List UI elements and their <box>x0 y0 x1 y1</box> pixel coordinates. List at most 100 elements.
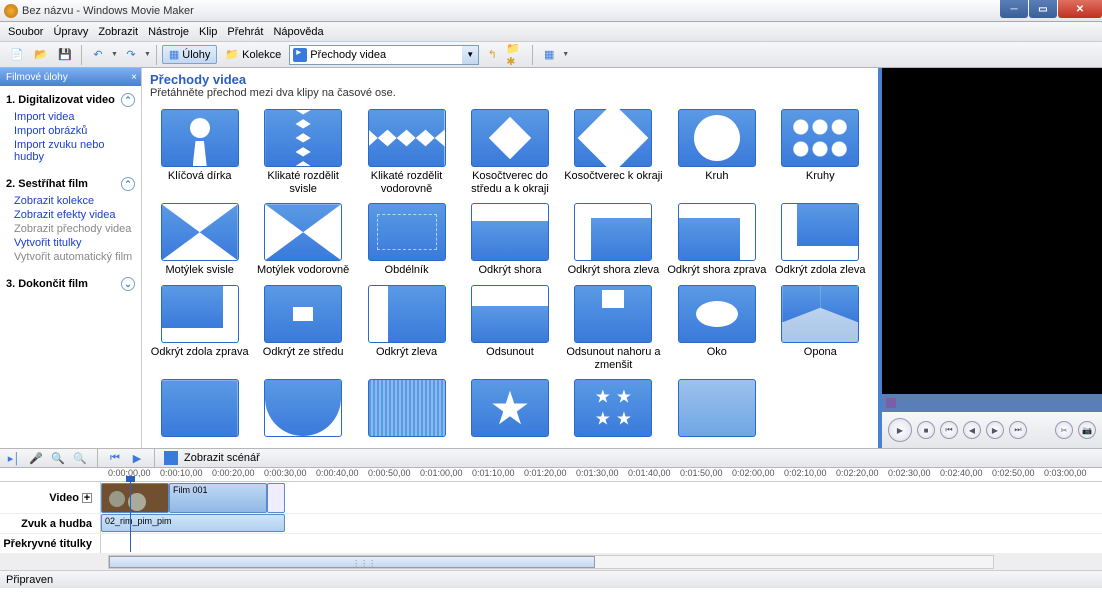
snapshot-button[interactable]: 📷 <box>1078 421 1096 439</box>
collections-button[interactable]: 📁 Kolekce <box>219 46 287 63</box>
transition-item[interactable]: Oko <box>667 285 766 371</box>
transition-item[interactable] <box>150 379 249 440</box>
rewind-button[interactable]: ⏮ <box>107 450 123 466</box>
clip-label: Film 001 <box>173 485 208 495</box>
up-button[interactable]: ↰ <box>481 44 503 66</box>
thumbnails-scroll[interactable]: Klíčová dírkaKlikaté rozdělit svisleKlik… <box>142 105 878 448</box>
transition-item[interactable]: Odkrýt shora zleva <box>564 203 663 277</box>
expand-video-icon[interactable]: + <box>82 493 92 503</box>
undo-button[interactable]: ↶ <box>87 44 109 66</box>
transition-thumbnail <box>678 109 756 167</box>
video-clip[interactable]: Film 001 <box>169 483 267 513</box>
combo-dropdown[interactable]: ▼ <box>462 46 478 64</box>
menu-přehrát[interactable]: Přehrát <box>227 26 263 38</box>
transition-item[interactable]: Odkrýt zleva <box>357 285 456 371</box>
transition-item[interactable]: Klíčová dírka <box>150 109 249 195</box>
split-button[interactable]: ✂ <box>1055 421 1073 439</box>
redo-dropdown[interactable]: ▼ <box>144 51 151 58</box>
task-section-header[interactable]: 3. Dokončit film⌄ <box>6 277 135 291</box>
task-section-header[interactable]: 1. Digitalizovat video ⌃ <box>6 93 135 107</box>
save-button[interactable]: 💾 <box>54 44 76 66</box>
timeline-hscroll[interactable]: ⋮⋮⋮ <box>0 554 1102 570</box>
video-clip-thumb[interactable] <box>267 483 285 513</box>
transition-item[interactable]: Klikaté rozdělit svisle <box>253 109 352 195</box>
location-combo[interactable]: Přechody videa ▼ <box>289 45 479 65</box>
close-button[interactable]: ✕ <box>1058 0 1102 18</box>
transition-item[interactable]: Odkrýt ze středu <box>253 285 352 371</box>
menu-klip[interactable]: Klip <box>199 26 217 38</box>
transition-item[interactable]: Odsunout nahoru a zmenšit <box>564 285 663 371</box>
video-track[interactable]: Film 001 <box>100 482 1102 513</box>
transition-item[interactable] <box>564 379 663 440</box>
zoom-out-button[interactable]: 🔍 <box>72 450 88 466</box>
narrate-button[interactable]: 🎤 <box>28 450 44 466</box>
play-timeline-button[interactable]: ▶ <box>129 450 145 466</box>
ruler-tick: 0:02:20,00 <box>836 468 879 478</box>
transition-item[interactable]: Odkrýt shora zprava <box>667 203 766 277</box>
menu-nástroje[interactable]: Nástroje <box>148 26 189 38</box>
section-title: 1. Digitalizovat video <box>6 94 115 106</box>
transition-item[interactable]: Klikaté rozdělit vodorovně <box>357 109 456 195</box>
task-link[interactable]: Zobrazit kolekce <box>6 194 135 208</box>
transition-item[interactable]: Odkrýt zdola zleva <box>771 203 870 277</box>
video-clip-thumb[interactable] <box>101 483 169 513</box>
transition-item[interactable]: Kruhy <box>771 109 870 195</box>
storyboard-button[interactable]: Zobrazit scénář <box>184 452 260 464</box>
prev-button[interactable]: ⏮ <box>940 421 958 439</box>
task-section-header[interactable]: 2. Sestříhat film⌃ <box>6 177 135 191</box>
play-button[interactable]: ▶ <box>888 418 912 442</box>
menu-soubor[interactable]: Soubor <box>8 26 43 38</box>
transition-item[interactable]: Kosočtverec k okraji <box>564 109 663 195</box>
set-start-button[interactable]: ▸│ <box>6 450 22 466</box>
transition-item[interactable]: Kosočtverec do středu a k okraji <box>460 109 559 195</box>
open-button[interactable]: 📂 <box>30 44 52 66</box>
stop-button[interactable]: ■ <box>917 421 935 439</box>
task-link[interactable]: Import videa <box>6 110 135 124</box>
menu-nápověda[interactable]: Nápověda <box>273 26 323 38</box>
tasks-button[interactable]: ▦ Úlohy <box>162 45 218 64</box>
transition-item[interactable]: Motýlek vodorovně <box>253 203 352 277</box>
menu-zobrazit[interactable]: Zobrazit <box>98 26 138 38</box>
zoom-in-button[interactable]: 🔍 <box>50 450 66 466</box>
menu-úpravy[interactable]: Úpravy <box>53 26 88 38</box>
audio-track[interactable]: 02_rim_pim_pim <box>100 514 1102 533</box>
minimize-button[interactable]: ─ <box>1000 0 1028 18</box>
chevron-icon[interactable]: ⌃ <box>121 177 135 191</box>
redo-button[interactable]: ↷ <box>120 44 142 66</box>
transition-label: Motýlek svisle <box>165 264 233 277</box>
new-folder-button[interactable]: 📁✱ <box>505 44 527 66</box>
titles-track[interactable] <box>100 534 1102 553</box>
step-fwd-button[interactable]: ▶ <box>986 421 1004 439</box>
transition-item[interactable]: Opona <box>771 285 870 371</box>
transition-item[interactable]: Kruh <box>667 109 766 195</box>
view-button[interactable]: ▦ <box>538 44 560 66</box>
chevron-icon[interactable]: ⌃ <box>121 93 135 107</box>
maximize-button[interactable]: ▭ <box>1029 0 1057 18</box>
chevron-icon[interactable]: ⌄ <box>121 277 135 291</box>
seek-handle-icon[interactable] <box>886 398 896 408</box>
playhead[interactable] <box>130 482 131 552</box>
transition-item[interactable] <box>460 379 559 440</box>
step-back-button[interactable]: ◀ <box>963 421 981 439</box>
sidebar-close-icon[interactable]: × <box>131 72 137 83</box>
task-link[interactable]: Zobrazit efekty videa <box>6 208 135 222</box>
task-link[interactable]: Import zvuku nebo hudby <box>6 138 135 164</box>
transition-item[interactable] <box>667 379 766 440</box>
task-link[interactable]: Import obrázků <box>6 124 135 138</box>
transition-item[interactable]: Odkrýt shora <box>460 203 559 277</box>
folder-icon: 📁 <box>225 48 239 61</box>
audio-clip[interactable]: 02_rim_pim_pim <box>101 514 285 532</box>
preview-seekbar[interactable] <box>882 394 1102 412</box>
next-button[interactable]: ⏭ <box>1009 421 1027 439</box>
transition-item[interactable] <box>253 379 352 440</box>
transition-item[interactable]: Odsunout <box>460 285 559 371</box>
view-dropdown[interactable]: ▼ <box>562 51 569 58</box>
transition-item[interactable] <box>357 379 456 440</box>
new-button[interactable]: 📄 <box>6 44 28 66</box>
transition-item[interactable]: Odkrýt zdola zprava <box>150 285 249 371</box>
transition-item[interactable]: Motýlek svisle <box>150 203 249 277</box>
transition-item[interactable]: Obdélník <box>357 203 456 277</box>
task-link[interactable]: Vytvořit titulky <box>6 236 135 250</box>
timeline-ruler[interactable]: 0:00:00,000:00:10,000:00:20,000:00:30,00… <box>0 468 1102 482</box>
undo-dropdown[interactable]: ▼ <box>111 51 118 58</box>
